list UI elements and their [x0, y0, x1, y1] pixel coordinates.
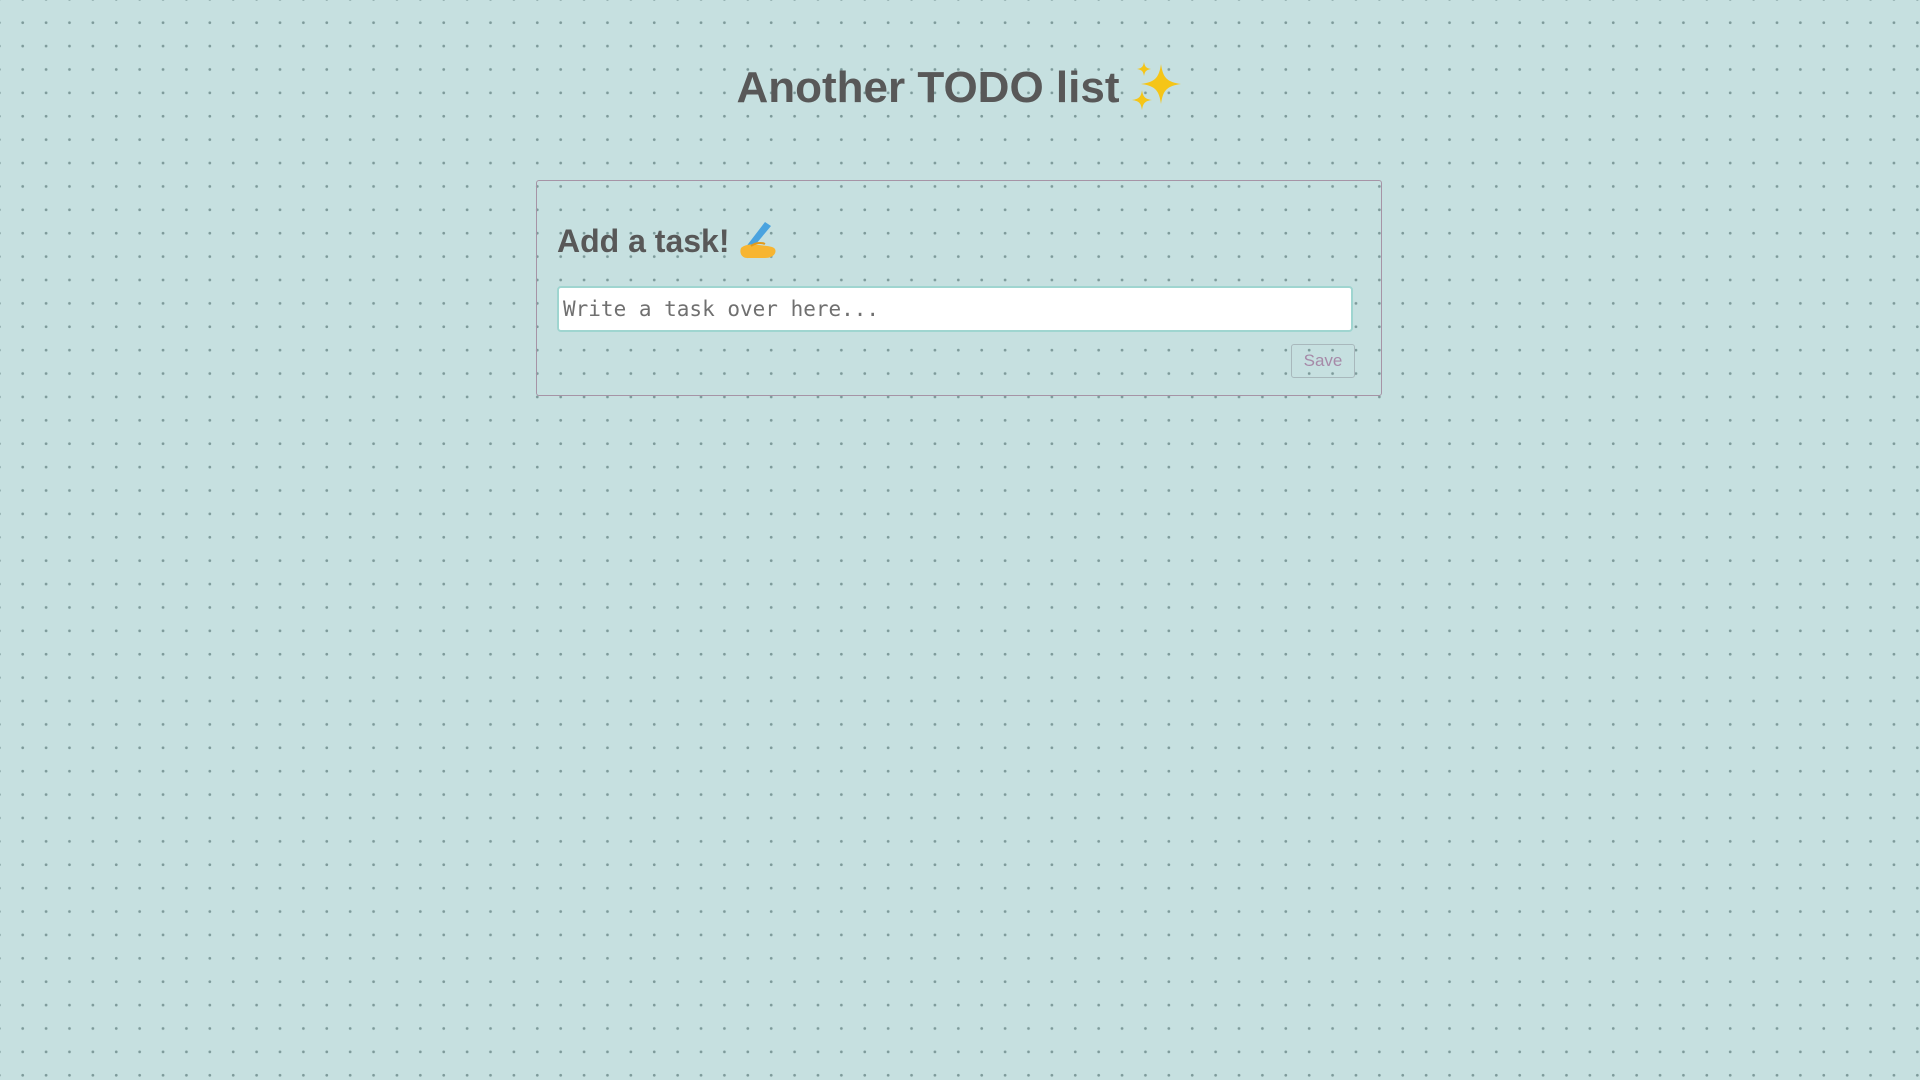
save-button[interactable]: Save: [1291, 344, 1355, 378]
add-task-card: Add a task! Save: [536, 180, 1382, 396]
page-title-text: Another TODO list: [736, 63, 1120, 112]
task-input[interactable]: [557, 286, 1353, 332]
add-task-heading: Add a task!: [557, 219, 779, 266]
add-task-heading-text: Add a task!: [557, 223, 730, 259]
page-title: Another TODO list: [0, 60, 1920, 116]
todo-page: Another TODO list Add a task! Save: [0, 0, 1920, 1080]
writing-hand-icon: [735, 218, 779, 262]
sparkles-icon: [1131, 60, 1183, 112]
